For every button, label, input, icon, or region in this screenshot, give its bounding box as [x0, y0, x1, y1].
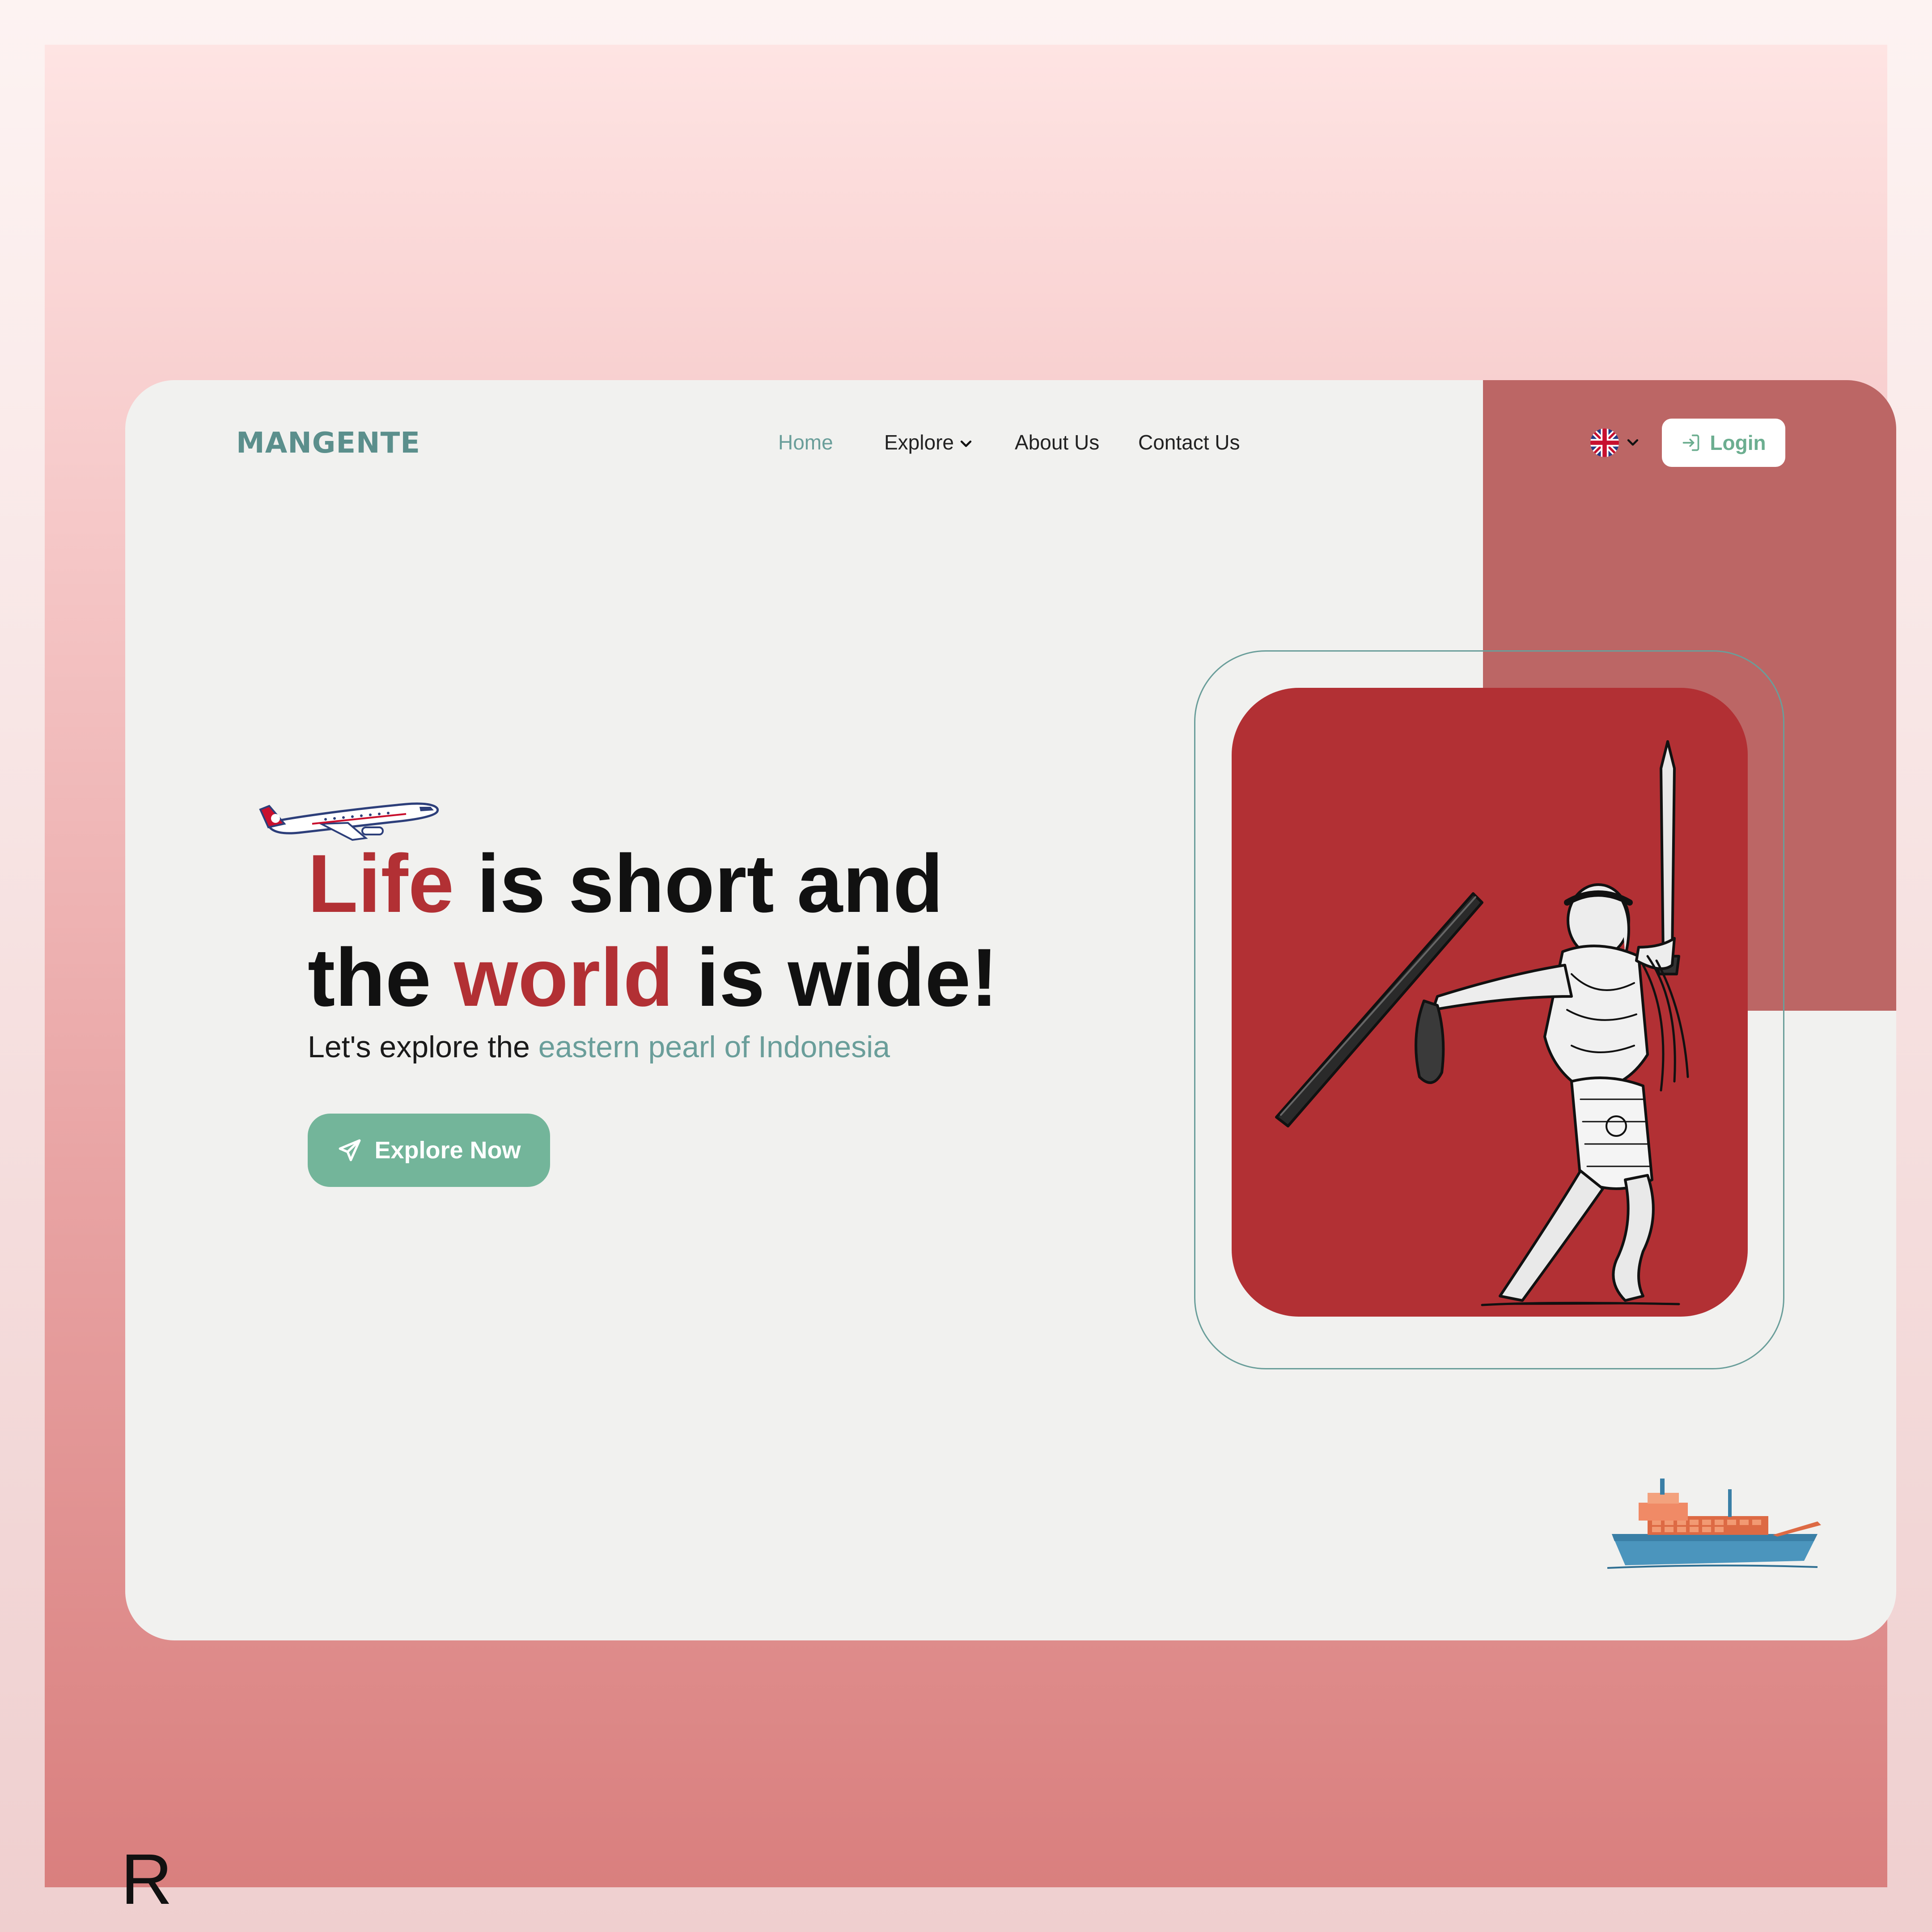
login-label: Login: [1710, 431, 1766, 454]
cargo-ship-illustration: [1607, 1479, 1821, 1569]
nav-explore-label: Explore: [884, 431, 954, 454]
login-button[interactable]: Login: [1662, 419, 1785, 467]
explore-now-button[interactable]: Explore Now: [308, 1114, 550, 1187]
brand-logo[interactable]: MANGENTE: [236, 427, 420, 460]
airplane-illustration: [259, 802, 439, 841]
chevron-down-icon: [1627, 439, 1639, 446]
hero-headline: Life is short and the world is wide!: [308, 836, 1068, 1024]
language-selector[interactable]: [1590, 425, 1648, 461]
headline-text-2: is wide!: [673, 931, 998, 1023]
hero-subtitle: Let's explore the eastern pearl of Indon…: [308, 1030, 890, 1064]
headline-world: world: [454, 931, 674, 1023]
cakalele-warrior-illustration: [1275, 740, 1689, 1306]
hero-card: MANGENTE Home Explore About Us Contact U…: [125, 380, 1896, 1640]
paper-plane-icon: [339, 1139, 361, 1161]
login-icon: [1683, 434, 1699, 451]
page-frame: MANGENTE Home Explore About Us Contact U…: [45, 45, 1896, 1919]
uk-flag-icon: [1590, 428, 1619, 457]
nav-home[interactable]: Home: [778, 430, 833, 454]
corner-mark: R: [121, 1839, 173, 1919]
subtitle-accent: eastern pearl of Indonesia: [538, 1030, 890, 1064]
headline-life: Life: [308, 837, 454, 929]
nav-about-us[interactable]: About Us: [1015, 430, 1099, 454]
nav-contact-us[interactable]: Contact Us: [1138, 430, 1240, 454]
nav-explore[interactable]: Explore: [884, 430, 974, 454]
hero-image: [1232, 688, 1748, 1317]
subtitle-plain: Let's explore the: [308, 1030, 538, 1064]
chevron-down-icon: [960, 440, 972, 447]
explore-now-label: Explore Now: [374, 1137, 521, 1164]
